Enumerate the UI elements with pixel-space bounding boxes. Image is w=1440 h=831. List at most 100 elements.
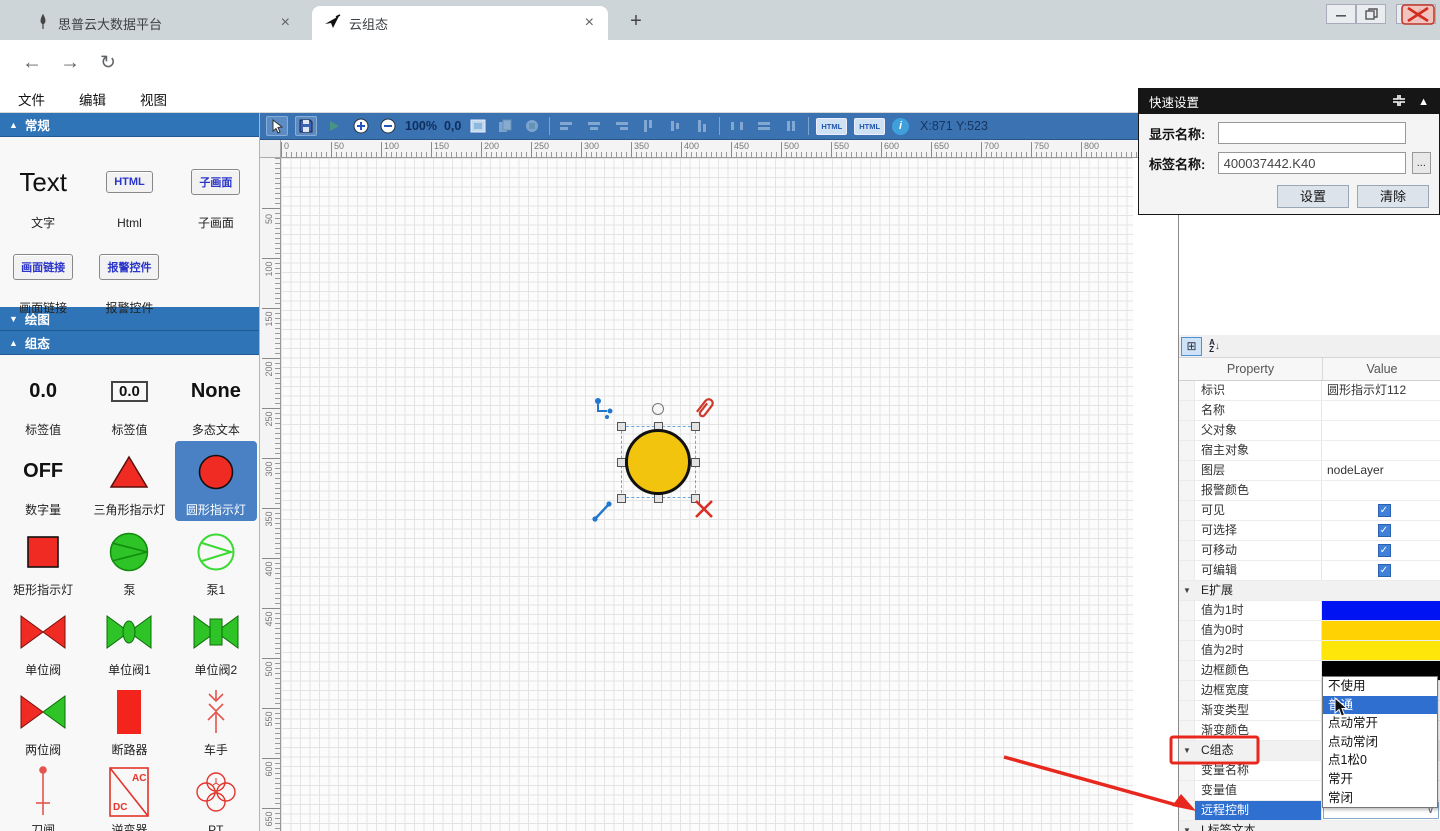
dropdown-option-0[interactable]: 不使用 bbox=[1323, 677, 1437, 696]
general-item-1[interactable]: HTMLHtml bbox=[88, 149, 170, 234]
forward-icon[interactable]: → bbox=[60, 51, 80, 74]
align-middle-icon[interactable] bbox=[665, 116, 685, 136]
property-value[interactable] bbox=[1322, 481, 1440, 500]
new-tab-button[interactable]: + bbox=[622, 8, 650, 36]
property-row-0[interactable]: 标识圆形指示灯112 bbox=[1179, 381, 1440, 401]
scada-item-6[interactable]: 矩形指示灯 bbox=[2, 521, 84, 601]
tab-scada-editor[interactable]: 云组态 × bbox=[312, 6, 608, 40]
property-value[interactable] bbox=[1322, 601, 1440, 620]
dropdown-option-5[interactable]: 常开 bbox=[1323, 770, 1437, 789]
scada-item-2[interactable]: None多态文本 bbox=[175, 361, 257, 441]
checkbox-checked-icon[interactable]: ✓ bbox=[1378, 524, 1391, 537]
general-item-3[interactable]: 画面链接画面链接 bbox=[2, 234, 84, 319]
color-swatch[interactable] bbox=[1322, 621, 1440, 640]
distribute-h-icon[interactable] bbox=[727, 116, 747, 136]
tag-name-input[interactable] bbox=[1218, 152, 1406, 174]
same-size-icon[interactable] bbox=[754, 116, 774, 136]
resize-handle-bl[interactable] bbox=[617, 494, 626, 503]
distribute-v-icon[interactable] bbox=[781, 116, 801, 136]
resize-handle-mr[interactable] bbox=[691, 458, 700, 467]
connect-node-icon[interactable] bbox=[594, 396, 618, 420]
quick-settings-header[interactable]: 快速设置 ▲ bbox=[1139, 89, 1439, 114]
scada-item-14[interactable]: 车手 bbox=[175, 681, 257, 761]
scada-item-9[interactable]: 单位阀 bbox=[2, 601, 84, 681]
property-value[interactable]: ✓ bbox=[1322, 521, 1440, 540]
scada-item-16[interactable]: ACDC逆变器 bbox=[88, 761, 170, 831]
resize-handle-bc[interactable] bbox=[654, 494, 663, 503]
link-line-icon[interactable] bbox=[592, 499, 614, 523]
property-row-9[interactable]: 可编辑✓ bbox=[1179, 561, 1440, 581]
scada-item-15[interactable]: 刀闸 bbox=[2, 761, 84, 831]
property-value[interactable]: ✓ bbox=[1322, 541, 1440, 560]
general-item-0[interactable]: Text文字 bbox=[2, 149, 84, 234]
property-row-11[interactable]: 值为1时 bbox=[1179, 601, 1440, 621]
property-value[interactable] bbox=[1322, 401, 1440, 420]
property-row-3[interactable]: 宿主对象 bbox=[1179, 441, 1440, 461]
collapse-panel-icon[interactable]: ▲ bbox=[1418, 96, 1429, 108]
scada-item-5[interactable]: 圆形指示灯 bbox=[175, 441, 257, 521]
property-value[interactable] bbox=[1322, 641, 1440, 660]
property-row-7[interactable]: 可选择✓ bbox=[1179, 521, 1440, 541]
categorize-icon[interactable]: ⊞ bbox=[1181, 337, 1202, 356]
scada-item-11[interactable]: 单位阀2 bbox=[175, 601, 257, 681]
property-row-1[interactable]: 名称 bbox=[1179, 401, 1440, 421]
checkbox-checked-icon[interactable]: ✓ bbox=[1378, 564, 1391, 577]
browse-tags-button[interactable]: ... bbox=[1412, 152, 1431, 174]
section-header-general[interactable]: ▲ 常规 bbox=[0, 113, 259, 137]
tab1-close-icon[interactable]: × bbox=[277, 15, 294, 31]
scada-item-8[interactable]: 泵1 bbox=[175, 521, 257, 601]
select-tool-icon[interactable] bbox=[266, 116, 288, 136]
sort-az-icon[interactable]: AZ↓ bbox=[1204, 337, 1225, 356]
menu-item-2[interactable]: 视图 bbox=[140, 89, 167, 109]
clear-button[interactable]: 清除 bbox=[1357, 185, 1429, 208]
property-row-2[interactable]: 父对象 bbox=[1179, 421, 1440, 441]
align-center-icon[interactable] bbox=[584, 116, 604, 136]
property-row-4[interactable]: 图层nodeLayer bbox=[1179, 461, 1440, 481]
group-collapse-icon[interactable]: ▼ bbox=[1179, 581, 1195, 600]
scada-item-7[interactable]: 泵 bbox=[88, 521, 170, 601]
info-icon[interactable]: i bbox=[892, 118, 909, 135]
scada-item-4[interactable]: 三角形指示灯 bbox=[88, 441, 170, 521]
color-swatch[interactable] bbox=[1322, 641, 1440, 660]
property-value[interactable]: nodeLayer bbox=[1322, 461, 1440, 480]
checkbox-checked-icon[interactable]: ✓ bbox=[1378, 544, 1391, 557]
paste-icon[interactable] bbox=[522, 116, 542, 136]
property-row-12[interactable]: 值为0时 bbox=[1179, 621, 1440, 641]
display-name-input[interactable] bbox=[1218, 122, 1406, 144]
scada-item-3[interactable]: OFF数字量 bbox=[2, 441, 84, 521]
save-icon[interactable] bbox=[295, 116, 317, 136]
align-top-icon[interactable] bbox=[638, 116, 658, 136]
align-bottom-icon[interactable] bbox=[692, 116, 712, 136]
checkbox-checked-icon[interactable]: ✓ bbox=[1378, 504, 1391, 517]
window-restore-button[interactable] bbox=[1356, 4, 1386, 24]
zoom-in-icon[interactable] bbox=[351, 116, 371, 136]
property-row-8[interactable]: 可移动✓ bbox=[1179, 541, 1440, 561]
property-value[interactable] bbox=[1322, 441, 1440, 460]
selected-circle-lamp-component[interactable] bbox=[625, 429, 691, 495]
property-row-6[interactable]: 可见✓ bbox=[1179, 501, 1440, 521]
apply-button[interactable]: 设置 bbox=[1277, 185, 1349, 208]
delete-x-icon[interactable] bbox=[693, 498, 715, 520]
scada-item-17[interactable]: PT bbox=[175, 761, 257, 831]
section-header-scada[interactable]: ▲ 组态 bbox=[0, 331, 259, 355]
scada-item-0[interactable]: 0.0标签值 bbox=[2, 361, 84, 441]
property-row-13[interactable]: 值为2时 bbox=[1179, 641, 1440, 661]
property-row-10[interactable]: ▼E扩展 bbox=[1179, 581, 1440, 601]
menu-item-0[interactable]: 文件 bbox=[18, 89, 45, 109]
align-right-icon[interactable] bbox=[611, 116, 631, 136]
window-minimize-button[interactable] bbox=[1326, 4, 1356, 24]
scada-item-1[interactable]: 0.0标签值 bbox=[88, 361, 170, 441]
dropdown-option-4[interactable]: 点1松0 bbox=[1323, 751, 1437, 770]
tab2-close-icon[interactable]: × bbox=[581, 15, 598, 31]
copy-icon[interactable] bbox=[495, 116, 515, 136]
property-row-22[interactable]: ▼L标签文本 bbox=[1179, 821, 1440, 831]
html-view-icon[interactable]: HTML bbox=[854, 118, 885, 135]
run-preview-icon[interactable] bbox=[324, 116, 344, 136]
menu-item-1[interactable]: 编辑 bbox=[79, 89, 106, 109]
property-value[interactable]: 圆形指示灯112 bbox=[1322, 381, 1440, 400]
property-value[interactable] bbox=[1322, 421, 1440, 440]
property-row-5[interactable]: 报警颜色 bbox=[1179, 481, 1440, 501]
property-value[interactable]: ✓ bbox=[1322, 561, 1440, 580]
group-collapse-icon[interactable]: ▼ bbox=[1179, 821, 1195, 831]
general-item-2[interactable]: 子画面子画面 bbox=[175, 149, 257, 234]
